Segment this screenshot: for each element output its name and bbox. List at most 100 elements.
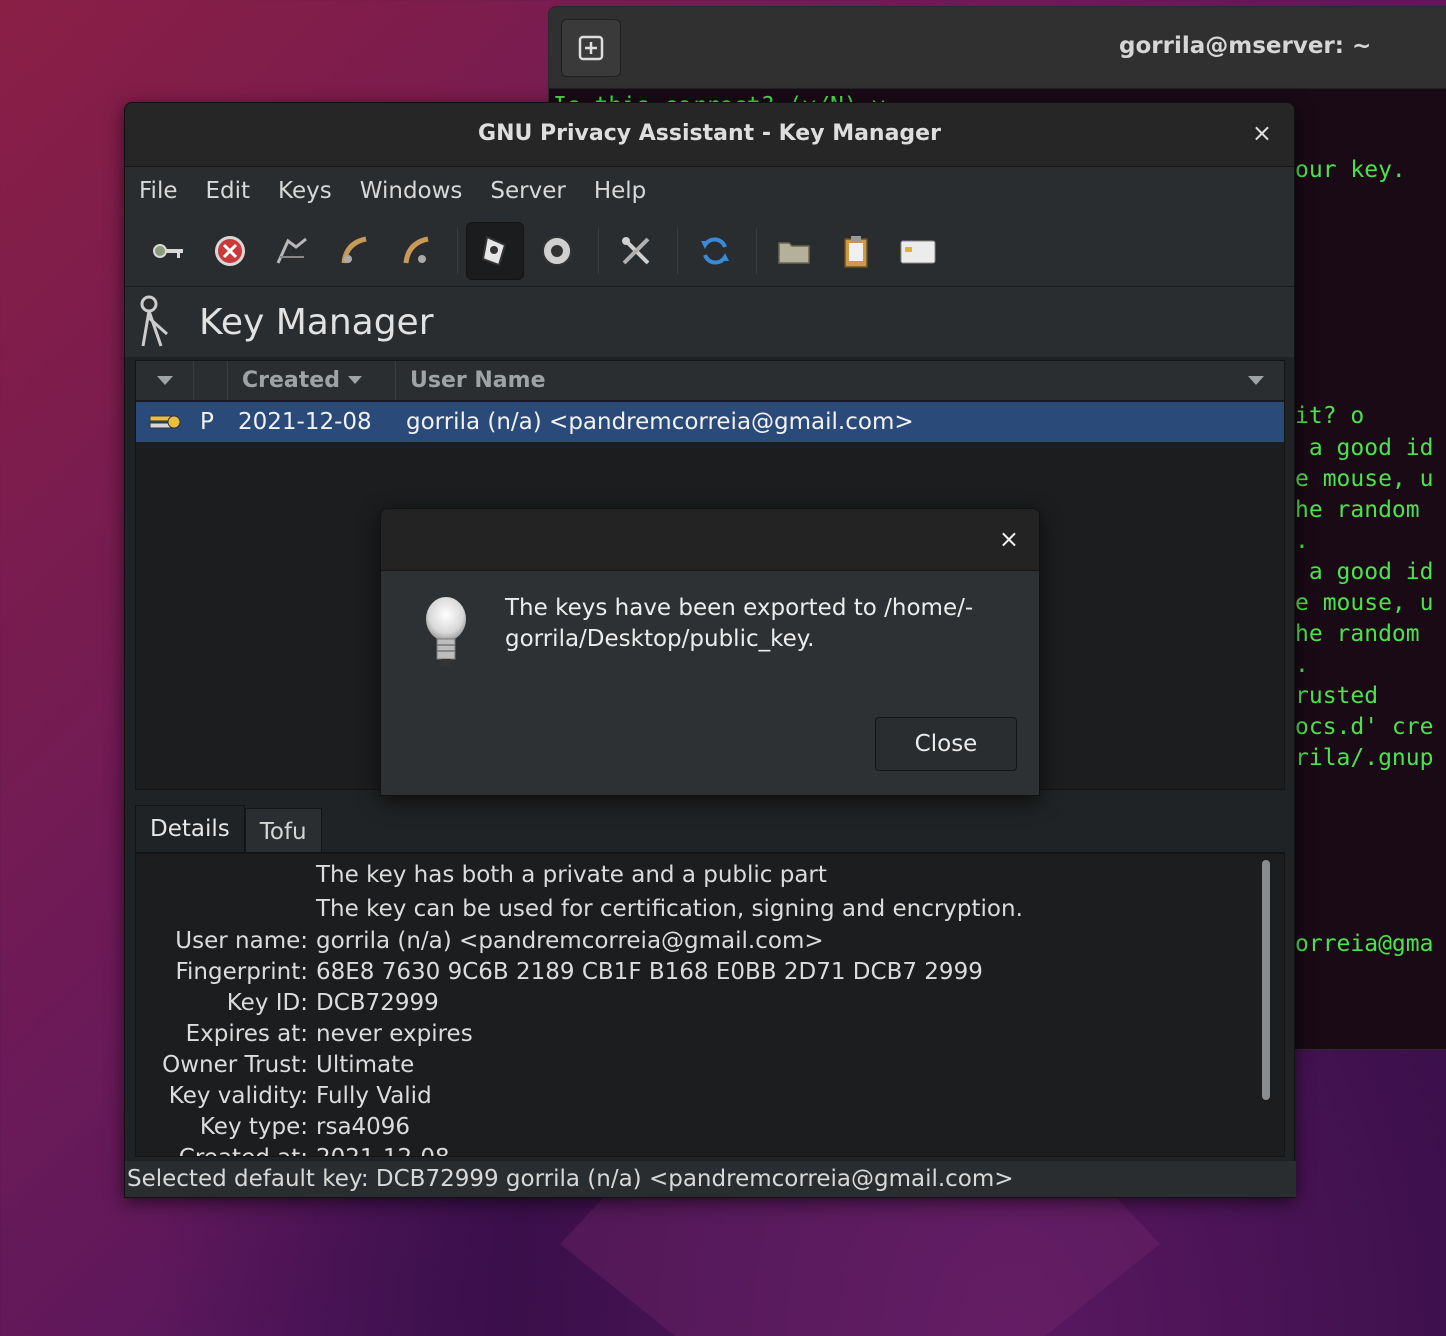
column-created-label: Created bbox=[242, 368, 340, 393]
detail-label: Created at: bbox=[179, 1145, 308, 1156]
dialog-close-button[interactable]: × bbox=[999, 525, 1019, 553]
terminal-line: ocs.d' cre bbox=[1295, 714, 1434, 740]
chevron-down-icon bbox=[156, 375, 173, 385]
detail-value: gorrila (n/a) <pandremcorreia@gmail.com> bbox=[316, 928, 824, 954]
menu-edit[interactable]: Edit bbox=[192, 178, 265, 204]
tab-details[interactable]: Details bbox=[135, 805, 245, 852]
toolbar-separator bbox=[756, 227, 757, 274]
refresh-button[interactable] bbox=[686, 222, 744, 280]
new-tab-button[interactable] bbox=[561, 19, 621, 77]
terminal-line: he random bbox=[1295, 621, 1434, 647]
clipboard-button[interactable] bbox=[827, 222, 885, 280]
key-created: 2021-12-08 bbox=[238, 409, 372, 435]
dialog-title-bar[interactable]: × bbox=[381, 509, 1039, 571]
menu-file[interactable]: File bbox=[139, 178, 192, 204]
key-manager-icon bbox=[140, 295, 168, 347]
wallpaper-shape bbox=[560, 1180, 1160, 1336]
menu-server[interactable]: Server bbox=[476, 178, 579, 204]
terminal-line: it? o bbox=[1295, 403, 1365, 429]
smartcard-button[interactable] bbox=[889, 222, 947, 280]
column-created[interactable]: Created bbox=[228, 361, 396, 400]
key-user-name: gorrila (n/a) <pandremcorreia@gmail.com> bbox=[406, 409, 914, 435]
close-button[interactable]: Close bbox=[875, 717, 1017, 771]
details-panel: Details Tofu The key has both a private … bbox=[135, 803, 1285, 1159]
menu-windows[interactable]: Windows bbox=[346, 178, 477, 204]
column-expander[interactable] bbox=[136, 361, 194, 400]
key-type: P bbox=[200, 409, 214, 435]
detail-value: DCB72999 bbox=[316, 990, 439, 1016]
detail-value: 2021-12-08 bbox=[316, 1145, 450, 1156]
detail-value: Ultimate bbox=[316, 1052, 415, 1078]
toolbar-separator bbox=[677, 227, 678, 274]
export-button[interactable] bbox=[387, 222, 445, 280]
key-manager-header: Key Manager bbox=[125, 287, 1294, 357]
details-content[interactable]: The key has both a private and a public … bbox=[135, 853, 1285, 1157]
export-dialog[interactable]: × The keys have been exported to /home/-… bbox=[380, 508, 1040, 796]
open-file-button[interactable] bbox=[765, 222, 823, 280]
detail-value: never expires bbox=[316, 1021, 473, 1047]
key-list-header: Created User Name bbox=[136, 361, 1284, 401]
status-bar: Selected default key: DCB72999 gorrila (… bbox=[125, 1161, 1296, 1197]
chevron-down-icon[interactable] bbox=[1248, 376, 1264, 386]
toolbar-separator bbox=[598, 227, 599, 274]
detail-value: Fully Valid bbox=[316, 1083, 432, 1109]
detail-label: User name: bbox=[175, 928, 308, 954]
preferences-icon bbox=[622, 236, 650, 264]
detail-label: Key validity: bbox=[168, 1083, 308, 1109]
key-tag-icon bbox=[481, 235, 507, 266]
title-bar[interactable]: GNU Privacy Assistant - Key Manager × bbox=[125, 103, 1294, 167]
keyring-button[interactable] bbox=[139, 222, 197, 280]
disc-icon bbox=[542, 235, 572, 266]
detail-value: rsa4096 bbox=[316, 1114, 411, 1140]
delete-icon bbox=[215, 235, 245, 266]
terminal-line: rusted bbox=[1295, 683, 1379, 709]
key-row[interactable]: P 2021-12-08 gorrila (n/a) <pandremcorre… bbox=[136, 402, 1284, 442]
dialog-message: The keys have been exported to /home/-go… bbox=[505, 595, 974, 652]
sort-down-icon bbox=[347, 375, 362, 384]
tab-tofu[interactable]: Tofu bbox=[244, 808, 322, 852]
toolbar bbox=[125, 215, 1294, 287]
details-key-parts: The key has both a private and a public … bbox=[316, 862, 827, 888]
menu-bar: File Edit Keys Windows Server Help bbox=[125, 167, 1294, 215]
terminal-line: he random bbox=[1295, 497, 1434, 523]
sign-icon bbox=[276, 237, 307, 264]
terminal-header: gorrila@mserver: ~ bbox=[549, 7, 1446, 89]
terminal-line: e mouse, u bbox=[1295, 590, 1434, 616]
files-view-button[interactable] bbox=[528, 222, 586, 280]
clipboard-icon bbox=[844, 235, 868, 268]
detail-value: 68E8 7630 9C6B 2189 CB1F B168 E0BB 2D71 … bbox=[316, 959, 983, 985]
details-scrollbar[interactable] bbox=[1262, 860, 1270, 1100]
delete-button[interactable] bbox=[201, 222, 259, 280]
menu-keys[interactable]: Keys bbox=[264, 178, 346, 204]
folder-icon bbox=[778, 241, 810, 264]
terminal-title: gorrila@mserver: ~ bbox=[1119, 33, 1372, 59]
window-title: GNU Privacy Assistant - Key Manager bbox=[478, 121, 941, 146]
keys-view-button[interactable] bbox=[466, 221, 524, 280]
terminal-line: a good id bbox=[1295, 435, 1434, 461]
import-button[interactable] bbox=[325, 222, 383, 280]
terminal-line: . bbox=[1295, 528, 1309, 554]
key-manager-title: Key Manager bbox=[199, 301, 434, 343]
terminal-line: . bbox=[1295, 652, 1309, 678]
import-icon bbox=[341, 236, 367, 263]
column-type[interactable] bbox=[194, 361, 228, 400]
preferences-button[interactable] bbox=[607, 222, 665, 280]
lightbulb-icon bbox=[426, 597, 466, 667]
card-icon bbox=[900, 240, 936, 263]
menu-help[interactable]: Help bbox=[580, 178, 660, 204]
window-close-button[interactable]: × bbox=[1252, 119, 1272, 147]
sign-button[interactable] bbox=[263, 222, 321, 280]
detail-label: Expires at: bbox=[185, 1021, 308, 1047]
keyring-icon bbox=[153, 243, 183, 258]
details-key-usage: The key can be used for certification, s… bbox=[316, 896, 1023, 922]
column-user-name[interactable]: User Name bbox=[396, 361, 1284, 400]
tab-bar: Details Tofu bbox=[135, 803, 1285, 853]
detail-label: Fingerprint: bbox=[175, 959, 308, 985]
detail-label: Key ID: bbox=[226, 990, 308, 1016]
new-tab-icon bbox=[578, 35, 604, 61]
toolbar-separator bbox=[457, 227, 458, 274]
keypair-icon bbox=[136, 411, 194, 433]
refresh-icon bbox=[701, 237, 729, 264]
terminal-line: our key. bbox=[1295, 157, 1406, 183]
detail-label: Key type: bbox=[199, 1114, 308, 1140]
